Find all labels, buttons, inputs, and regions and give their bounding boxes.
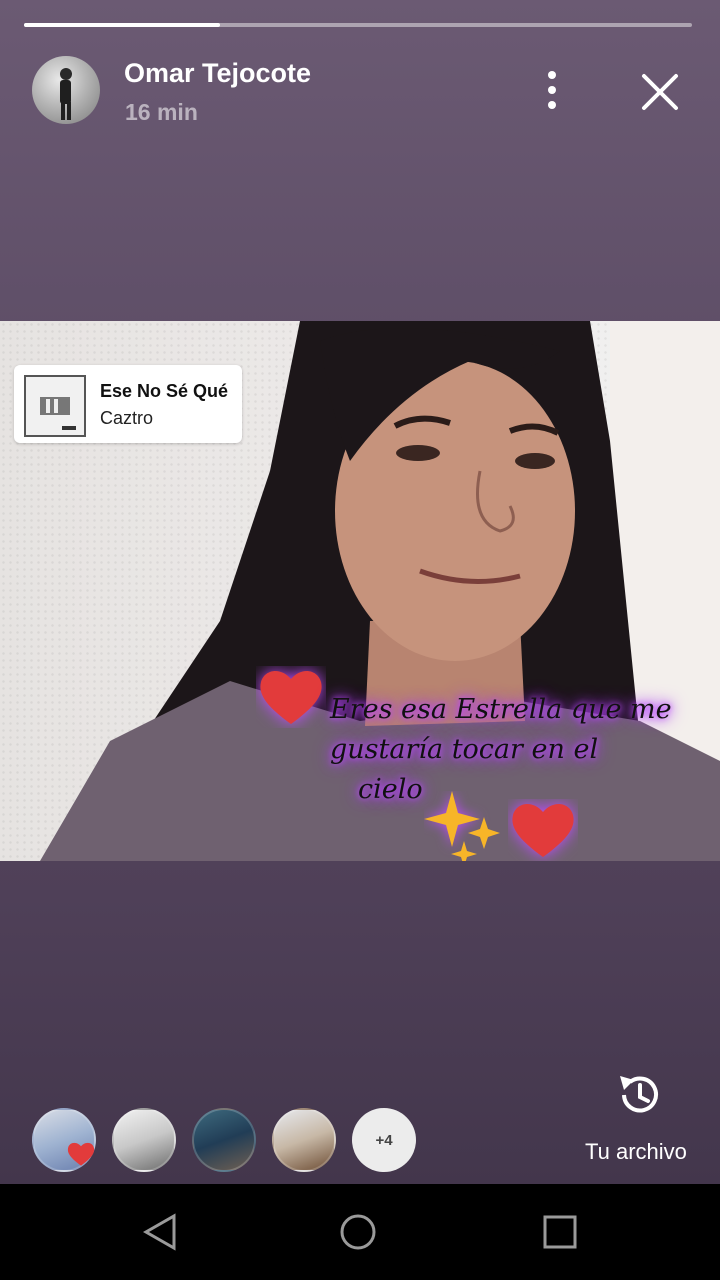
story-progress-fill — [24, 23, 221, 27]
viewer-avatar[interactable] — [192, 1108, 256, 1172]
more-options-button[interactable] — [532, 68, 572, 112]
recent-apps-icon[interactable] — [540, 1212, 580, 1252]
more-viewers-count[interactable]: +4 — [352, 1108, 416, 1172]
author-avatar[interactable] — [32, 56, 100, 124]
more-vertical-icon — [548, 71, 556, 109]
back-icon[interactable] — [140, 1212, 180, 1252]
story-progress-bar — [24, 23, 692, 27]
archive-history-icon[interactable] — [614, 1070, 664, 1120]
close-icon — [642, 74, 678, 110]
close-button[interactable] — [636, 68, 684, 116]
story-header: Omar Tejocote 16 min — [0, 52, 720, 128]
story-photo[interactable]: Ese No Sé Qué Caztro Eres esa Estrella q… — [0, 321, 720, 861]
system-nav-bar — [0, 1184, 720, 1280]
heart-icon — [260, 670, 322, 724]
person-silhouette-icon — [60, 68, 72, 120]
heart-icon — [512, 803, 574, 857]
viewer-avatar[interactable] — [272, 1108, 336, 1172]
music-sticker[interactable]: Ese No Sé Qué Caztro — [14, 365, 242, 443]
caption-line-1: Eres esa Estrella que me — [330, 694, 672, 725]
viewer-avatar[interactable] — [112, 1108, 176, 1172]
album-art-icon — [40, 397, 76, 430]
music-title: Ese No Sé Qué — [100, 381, 229, 401]
sparkles-icon — [424, 791, 500, 861]
music-artist: Caztro — [100, 408, 154, 428]
home-icon[interactable] — [338, 1212, 378, 1252]
story-time: 16 min — [125, 99, 198, 125]
album-cover — [24, 375, 86, 437]
story-caption: Eres esa Estrella que me gustaría tocar … — [330, 690, 710, 810]
caption-line-3: cielo — [358, 774, 423, 805]
archive-label[interactable]: Tu archivo — [585, 1139, 687, 1165]
heart-reaction-icon — [67, 1142, 95, 1166]
author-name[interactable]: Omar Tejocote — [124, 58, 311, 89]
caption-line-2: gustaría tocar en el — [330, 734, 599, 765]
